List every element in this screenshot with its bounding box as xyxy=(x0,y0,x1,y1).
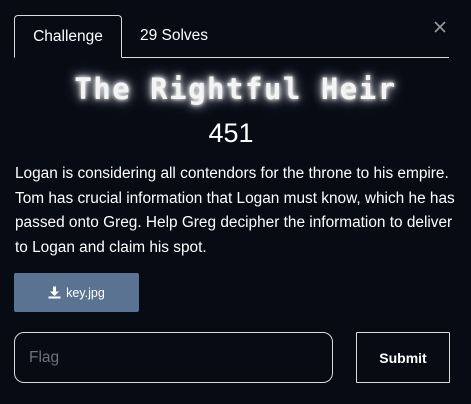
tab-challenge[interactable]: Challenge xyxy=(14,15,122,58)
download-file-label: key.jpg xyxy=(66,285,105,300)
flag-input[interactable] xyxy=(14,332,333,383)
download-file-button[interactable]: key.jpg xyxy=(14,273,139,312)
challenge-title: The Rightful Heir xyxy=(74,72,397,106)
submit-button[interactable]: Submit xyxy=(356,332,450,383)
tab-solves[interactable]: 29 Solves xyxy=(124,15,224,57)
challenge-modal: Challenge 29 Solves The Rightful Heir 45… xyxy=(0,0,471,404)
download-icon xyxy=(48,286,61,299)
tab-bar: Challenge 29 Solves xyxy=(14,15,449,58)
challenge-description: Logan is considering all contendors for … xyxy=(15,165,455,256)
close-icon xyxy=(434,21,446,33)
challenge-points: 451 xyxy=(208,118,254,148)
close-button[interactable] xyxy=(430,17,450,37)
